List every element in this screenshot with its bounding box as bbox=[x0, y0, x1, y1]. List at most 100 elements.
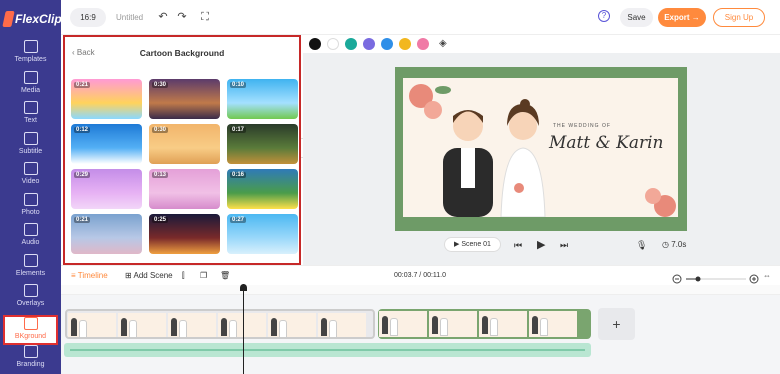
background-thumbnail[interactable]: 0:21 bbox=[71, 79, 142, 119]
clip-frame bbox=[379, 311, 427, 337]
next-icon[interactable]: ⏭ bbox=[560, 240, 568, 251]
background-thumbnail[interactable]: 0:29 bbox=[71, 169, 142, 209]
timeline-toolbar: ≡ Timeline ⊞ Add Scene ⫿ ❐ 🗑 00:03.7 / 0… bbox=[61, 265, 780, 285]
text-icon bbox=[23, 101, 38, 114]
play-icon[interactable]: ▶ bbox=[537, 238, 545, 251]
add-scene-plus-button[interactable]: + bbox=[598, 308, 635, 340]
sidebar-item-templates[interactable]: Templates bbox=[0, 40, 61, 70]
previous-icon[interactable]: ⏮ bbox=[514, 240, 522, 251]
sidebar-item-overlays[interactable]: Overlays bbox=[0, 284, 61, 314]
timecode: 00:03.7 / 00:11.0 bbox=[394, 272, 447, 279]
split-icon[interactable]: ⫿ bbox=[182, 271, 185, 281]
background-thumbnail[interactable]: 0:30 bbox=[149, 79, 220, 119]
undo-icon[interactable]: ↶ bbox=[157, 11, 169, 23]
aspect-ratio-button[interactable]: 16:9 bbox=[70, 8, 106, 27]
thumbnail-duration: 0:12 bbox=[74, 127, 91, 133]
sidebar-item-bkground[interactable]: BKground bbox=[3, 314, 58, 345]
redo-icon[interactable]: ↷ bbox=[176, 11, 188, 23]
sidebar-item-text[interactable]: Text bbox=[0, 101, 61, 131]
sidebar-item-label: Media bbox=[20, 86, 41, 94]
thumbnail-duration: 0:17 bbox=[230, 127, 247, 133]
background-thumbnail[interactable]: 0:21 bbox=[71, 214, 142, 254]
cartoon-background-panel: ‹ Back Cartoon Background 0:21 0:30 0:10 0:… bbox=[63, 35, 301, 265]
background-icon bbox=[23, 316, 38, 330]
color-swatch[interactable] bbox=[381, 37, 393, 50]
couple-names: Matt & Karin bbox=[549, 133, 664, 153]
thumbnail-duration: 0:25 bbox=[152, 217, 169, 223]
color-swatch[interactable] bbox=[363, 37, 375, 50]
microphone-icon[interactable]: 🎙 bbox=[636, 240, 647, 251]
background-thumbnail[interactable]: 0:30 bbox=[149, 124, 220, 164]
panel-title: Cartoon Background bbox=[139, 48, 225, 58]
fit-timeline-icon[interactable]: ⇔ bbox=[763, 271, 771, 281]
flexclip-logo[interactable]: FlexClip bbox=[2, 9, 62, 29]
elements-icon bbox=[23, 253, 38, 267]
clip-frame bbox=[118, 313, 166, 337]
sign-up-button[interactable]: Sign Up bbox=[713, 8, 765, 27]
scene-clip-2[interactable] bbox=[378, 309, 591, 339]
scene-selector[interactable]: ▶ Scene 01 bbox=[444, 237, 501, 252]
top-toolbar: 16:9 Untitled ↶ ↷ ⛶ ? Save Export → Sign… bbox=[61, 0, 780, 35]
sidebar-item-subtitle[interactable]: Subtitle bbox=[0, 131, 61, 162]
fullscreen-icon[interactable]: ⛶ bbox=[199, 11, 211, 23]
duplicate-icon[interactable]: ❐ bbox=[200, 271, 207, 281]
background-thumbnail[interactable]: 0:17 bbox=[227, 124, 298, 164]
color-bar: ◈ bbox=[309, 37, 447, 50]
sidebar-item-label: Subtitle bbox=[18, 147, 43, 155]
delete-icon[interactable]: 🗑 bbox=[220, 271, 230, 281]
clip-frame bbox=[318, 313, 366, 337]
preview-canvas[interactable]: THE WEDDING OF Matt & Karin bbox=[395, 67, 687, 231]
branding-icon bbox=[23, 345, 38, 358]
sidebar-item-label: Video bbox=[21, 178, 40, 185]
thumbnail-duration: 0:30 bbox=[152, 127, 169, 133]
sidebar-item-label: Audio bbox=[21, 239, 40, 246]
sidebar-item-label: Elements bbox=[15, 269, 46, 277]
sidebar-item-video[interactable]: Video bbox=[0, 162, 61, 192]
background-thumbnail[interactable]: 0:12 bbox=[71, 124, 142, 164]
scene-duration[interactable]: ◷ 7.0s bbox=[662, 240, 686, 249]
timeline-label: Timeline bbox=[77, 271, 108, 280]
thumbnail-duration: 0:30 bbox=[152, 82, 169, 88]
audio-icon bbox=[23, 223, 38, 236]
background-thumbnail[interactable]: 0:16 bbox=[227, 169, 298, 209]
thumbnail-duration: 0:29 bbox=[74, 172, 91, 178]
logo-mark-icon bbox=[2, 11, 15, 27]
subtitle-icon bbox=[23, 131, 38, 145]
color-swatch[interactable] bbox=[327, 37, 339, 50]
timeline-toggle[interactable]: ≡ Timeline bbox=[71, 271, 108, 281]
color-swatch[interactable] bbox=[399, 37, 411, 50]
export-button[interactable]: Export → bbox=[658, 8, 706, 27]
fill-bucket-icon[interactable]: ◈ bbox=[439, 38, 447, 49]
timeline-ruler[interactable] bbox=[61, 285, 780, 295]
project-title[interactable]: Untitled bbox=[116, 13, 143, 22]
background-thumbnail[interactable]: 0:13 bbox=[149, 169, 220, 209]
logo-text: FlexClip bbox=[15, 12, 62, 26]
video-icon bbox=[23, 162, 38, 175]
thumbnail-duration: 0:21 bbox=[74, 82, 91, 88]
sidebar-item-branding[interactable]: Branding bbox=[0, 345, 61, 374]
help-icon[interactable]: ? bbox=[598, 10, 610, 22]
color-swatch[interactable] bbox=[345, 37, 357, 50]
color-swatch[interactable] bbox=[309, 37, 321, 50]
background-thumbnail[interactable]: 0:27 bbox=[227, 214, 298, 254]
playhead[interactable] bbox=[240, 284, 247, 374]
sidebar-item-elements[interactable]: Elements bbox=[0, 253, 61, 284]
background-thumbnail[interactable]: 0:10 bbox=[227, 79, 298, 119]
color-swatch[interactable] bbox=[417, 37, 429, 50]
audio-track[interactable] bbox=[64, 343, 591, 357]
left-sidebar: FlexClip Templates Media Text Subtitle Video… bbox=[0, 0, 62, 374]
clip-frame bbox=[268, 313, 316, 337]
thumbnail-duration: 0:10 bbox=[230, 82, 247, 88]
sidebar-item-audio[interactable]: Audio bbox=[0, 223, 61, 253]
overlays-icon bbox=[23, 284, 38, 297]
save-button[interactable]: Save bbox=[620, 8, 653, 27]
sidebar-item-photo[interactable]: Photo bbox=[0, 192, 61, 223]
media-icon bbox=[23, 70, 38, 84]
add-scene-label: Add Scene bbox=[133, 271, 173, 280]
preview-stage: THE WEDDING OF Matt & Karin ▶ Scene 01 ⏮… bbox=[303, 53, 780, 265]
duration-value: 7.0s bbox=[671, 240, 687, 249]
scene-clip-1[interactable] bbox=[65, 309, 375, 339]
background-thumbnail[interactable]: 0:25 bbox=[149, 214, 220, 254]
sidebar-item-media[interactable]: Media bbox=[0, 70, 61, 101]
add-scene-button[interactable]: ⊞ Add Scene bbox=[125, 271, 173, 281]
